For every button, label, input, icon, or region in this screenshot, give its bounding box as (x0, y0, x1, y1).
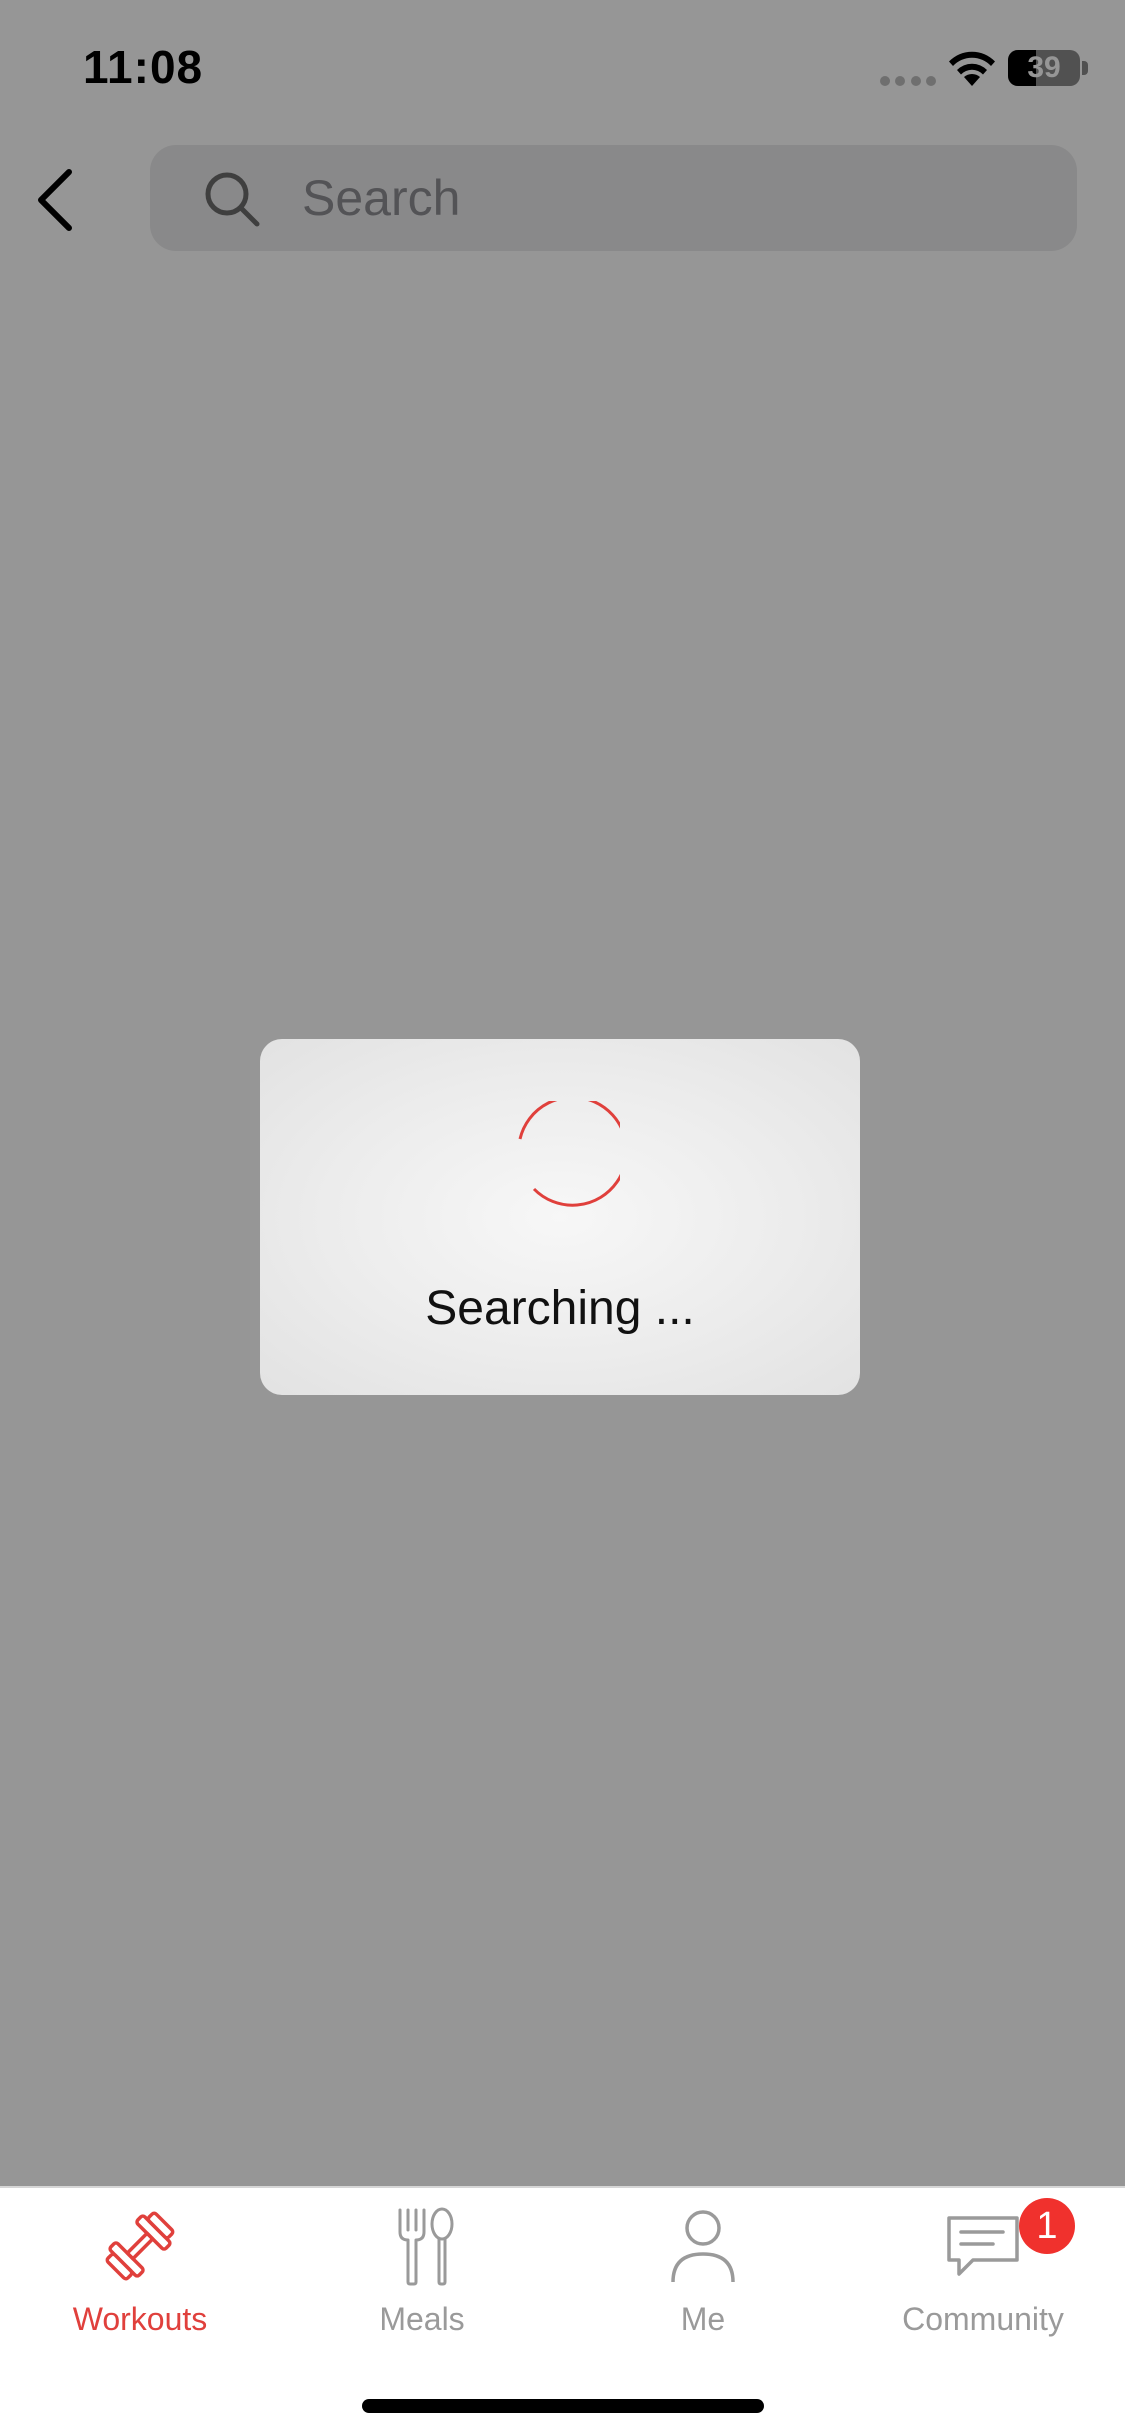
tab-meals[interactable]: Meals (312, 2206, 532, 2356)
loading-dialog: Searching ... (260, 1039, 860, 1395)
tab-label: Community (902, 2301, 1064, 2337)
home-indicator[interactable] (362, 2399, 764, 2413)
tab-label: Workouts (72, 2301, 208, 2337)
screen: 11:08 39 Searching ... (0, 0, 1125, 2436)
person-icon (671, 2210, 735, 2283)
loading-text: Searching ... (425, 1282, 695, 1335)
chat-icon (947, 2216, 1019, 2276)
tab-community[interactable]: 1 Community (873, 2198, 1093, 2356)
tab-label: Meals (379, 2301, 465, 2337)
notification-badge: 1 (1019, 2198, 1075, 2254)
dumbbell-icon (105, 2211, 175, 2281)
tab-workouts[interactable]: Workouts (30, 2206, 250, 2356)
loading-spinner-icon (518, 1101, 620, 1207)
tab-label: Me (680, 2301, 726, 2337)
fork-spoon-icon (398, 2207, 454, 2286)
tab-me[interactable]: Me (593, 2206, 813, 2356)
